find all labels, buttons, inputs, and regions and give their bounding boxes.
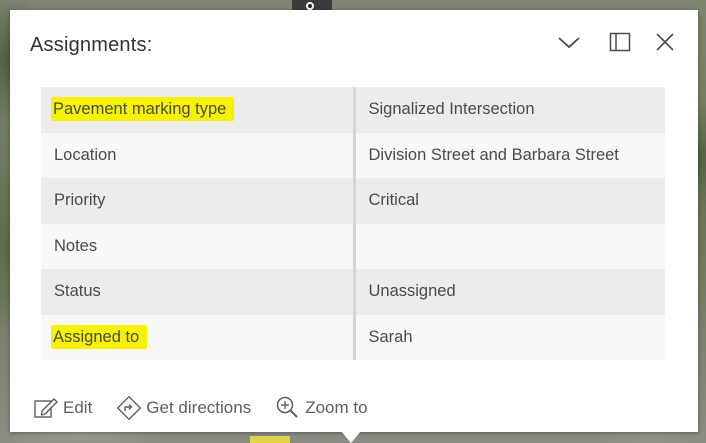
edit-icon [34,398,58,418]
attribute-field: Location [41,132,356,178]
close-icon [656,33,674,51]
dock-icon [609,32,631,52]
attribute-value: Signalized Intersection [354,87,665,133]
attribute-row: Pavement marking type Signalized Intersec… [41,87,665,133]
attribute-value: Unassigned [354,269,665,315]
attribute-value: Division Street and Barbara Street [354,132,665,178]
attribute-row: Priority Critical [41,178,665,224]
close-button[interactable] [650,28,680,56]
attribute-field: Notes [41,223,356,269]
attribute-field: Assigned to [41,314,356,360]
attribute-row: Status Unassigned [41,269,665,315]
attribute-value: Critical [354,178,665,224]
attribute-row: Location Division Street and Barbara Stre… [41,132,665,178]
attribute-field: Priority [41,178,356,224]
get-directions-label: Get directions [146,398,252,417]
directions-icon [116,395,142,421]
popup-pointer [341,431,361,443]
collapse-button[interactable] [554,28,584,56]
zoom-to-label: Zoom to [305,398,368,417]
attribute-row: Notes [41,223,665,269]
attribute-row: Assigned to Sarah [41,314,665,360]
zoom-in-icon [276,396,298,418]
field-label: Location [54,145,117,164]
field-label: Priority [54,191,106,210]
assignment-popup: Assignments: Pavement marking type Signal… [10,10,698,432]
attribute-field: Pavement marking type [41,87,356,133]
field-label: Status [54,282,101,301]
chevron-down-icon [558,37,580,49]
popup-title: Assignments: [30,34,153,56]
get-directions-button[interactable]: Get directions [116,395,251,421]
attribute-value [354,223,665,269]
attribute-field: Status [41,269,356,315]
popup-actions: Edit Get directions Zoom to [33,395,392,421]
field-label: Notes [54,236,98,255]
dock-button[interactable] [605,28,635,56]
map-lane-marking [250,436,290,443]
attribute-table: Pavement marking type Signalized Intersec… [41,87,665,360]
highlighted-field-label: Pavement marking type [51,97,235,122]
attribute-value: Sarah [354,314,665,360]
edit-label: Edit [63,398,93,417]
zoom-to-button[interactable]: Zoom to [275,395,368,421]
highlighted-field-label: Assigned to [51,324,148,349]
edit-button[interactable]: Edit [33,396,92,420]
